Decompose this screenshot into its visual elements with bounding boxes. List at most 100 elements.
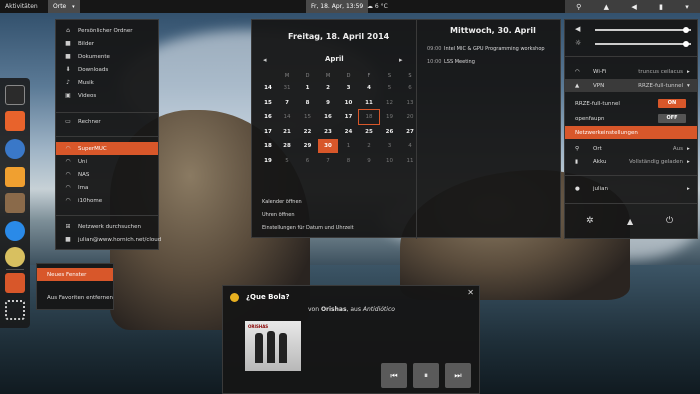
calendar-day[interactable]: 2 xyxy=(318,81,338,95)
wifi-icon: ◠ xyxy=(65,170,71,178)
calendar-day[interactable]: 6 xyxy=(400,81,420,95)
power-icon[interactable]: ⏻ xyxy=(666,216,673,226)
vpn-toggle-off[interactable]: OFF xyxy=(658,114,686,123)
volume-slider-knob[interactable] xyxy=(683,27,690,33)
terminal-icon[interactable] xyxy=(5,85,25,105)
calendar-day[interactable]: 5 xyxy=(277,154,297,168)
network-item-supermuc[interactable]: ◠ SuperMUC xyxy=(56,142,158,155)
calendar-day[interactable]: 20 xyxy=(400,110,420,124)
brightness-slider-knob[interactable] xyxy=(683,41,690,47)
vpn-toggle-on[interactable]: ON xyxy=(658,99,686,108)
places-menu-button[interactable]: Orte ▾ xyxy=(48,0,80,13)
editor-icon[interactable] xyxy=(5,167,25,187)
location-row[interactable]: ⚲ Ort Aus ▸ xyxy=(565,142,697,155)
network-item-uni[interactable]: ◠ Uni xyxy=(56,155,158,168)
event-title[interactable]: Intel MIC & GPU Programming workshop xyxy=(444,46,545,52)
brightness-slider[interactable] xyxy=(595,43,691,45)
calendar-day[interactable]: 29 xyxy=(298,139,318,153)
open-calendar-link[interactable]: Kalender öffnen xyxy=(262,199,302,205)
places-item-videos[interactable]: ▣ Videos xyxy=(56,89,158,102)
network-item-i10home[interactable]: ◠ i10home xyxy=(56,194,158,207)
calendar-day[interactable]: 21 xyxy=(277,125,297,139)
calendar-day[interactable]: 7 xyxy=(318,154,338,168)
browse-network-item[interactable]: ⊞ Netzwerk durchsuchen xyxy=(56,220,158,233)
calendar-day[interactable]: 12 xyxy=(380,96,400,110)
pause-button[interactable]: ⏸ xyxy=(413,363,439,388)
photos-icon[interactable] xyxy=(5,273,25,293)
settings-icon[interactable]: ✲ xyxy=(586,216,594,226)
lock-screen-icon[interactable]: ▲ xyxy=(627,217,633,226)
calendar-day[interactable]: 8 xyxy=(298,96,318,110)
close-icon[interactable]: ✕ xyxy=(467,288,474,297)
calendar-day[interactable]: 10 xyxy=(339,96,359,110)
calendar-day[interactable]: 4 xyxy=(400,139,420,153)
new-window-item[interactable]: Neues Fenster xyxy=(37,268,113,281)
calendar-day[interactable]: 25 xyxy=(359,125,379,139)
calendar-day[interactable]: 31 xyxy=(277,81,297,95)
calendar-day[interactable]: 22 xyxy=(298,125,318,139)
calendar-day[interactable]: 5 xyxy=(380,81,400,95)
calendar-day[interactable]: 8 xyxy=(339,154,359,168)
app-grid-icon[interactable] xyxy=(5,300,25,320)
calendar-day[interactable]: 15 xyxy=(298,110,318,124)
calendar-day[interactable]: 4 xyxy=(359,81,379,95)
places-item-downloads[interactable]: ⬇ Downloads xyxy=(56,63,158,76)
calendar-day[interactable]: 11 xyxy=(359,96,379,110)
calendar-day[interactable]: 17 xyxy=(339,110,359,124)
calendar-day[interactable]: 16 xyxy=(318,110,338,124)
battery-row[interactable]: ▮ Akku Vollständig geladen ▸ xyxy=(565,155,697,168)
places-item-home[interactable]: ⌂ Persönlicher Ordner xyxy=(56,24,158,37)
calendar-day[interactable]: 1 xyxy=(339,139,359,153)
chromium-icon[interactable] xyxy=(5,139,25,159)
calendar-day[interactable]: 18 xyxy=(358,109,380,125)
event-title[interactable]: LSS Meeting xyxy=(444,59,475,65)
system-menu-button[interactable]: ⚲ ▲ ◀ ▮ ▾ xyxy=(565,0,700,13)
user-row[interactable]: ● julian ▸ xyxy=(565,182,697,195)
calendar-day[interactable]: 19 xyxy=(380,110,400,124)
calendar-day[interactable]: 3 xyxy=(380,139,400,153)
calendar-day[interactable]: 9 xyxy=(318,96,338,110)
calendar-day[interactable]: 23 xyxy=(318,125,338,139)
cheese-icon[interactable] xyxy=(5,247,25,267)
calendar-day[interactable]: 14 xyxy=(277,110,297,124)
open-clocks-link[interactable]: Uhren öffnen xyxy=(262,212,295,218)
datetime-settings-link[interactable]: Einstellungen für Datum und Uhrzeit xyxy=(262,225,354,231)
calendar-day[interactable]: 11 xyxy=(400,154,420,168)
calendar-day[interactable]: 10 xyxy=(380,154,400,168)
files-icon[interactable] xyxy=(5,111,25,131)
places-item-pictures[interactable]: ■ Bilder xyxy=(56,37,158,50)
calendar-day[interactable]: 1 xyxy=(298,81,318,95)
activities-button[interactable]: Aktivitäten xyxy=(0,0,43,13)
previous-track-button[interactable]: ⏮ xyxy=(381,363,407,388)
network-item-ima[interactable]: ◠ Ima xyxy=(56,181,158,194)
network-settings-item[interactable]: Netzwerkeinstellungen xyxy=(565,126,697,139)
next-month-button[interactable]: ▸ xyxy=(399,56,403,64)
weather-button[interactable]: ☁ 6 °C xyxy=(362,0,393,13)
calendar-day[interactable]: 28 xyxy=(277,139,297,153)
vpn-row[interactable]: ▲ VPN RRZE-full-tunnel ▾ xyxy=(565,79,697,92)
prev-month-button[interactable]: ◂ xyxy=(263,56,267,64)
calendar-day[interactable]: 26 xyxy=(380,125,400,139)
calendar-day[interactable]: 27 xyxy=(400,125,420,139)
calendar-day[interactable]: 6 xyxy=(298,154,318,168)
chat-icon[interactable] xyxy=(5,221,25,241)
remove-favorite-item[interactable]: Aus Favoriten entfernen xyxy=(37,291,113,304)
calendar-day[interactable]: 24 xyxy=(339,125,359,139)
places-item-documents[interactable]: ■ Dokumente xyxy=(56,50,158,63)
calendar-day[interactable]: 13 xyxy=(400,96,420,110)
places-item-computer[interactable]: ▭ Rechner xyxy=(56,115,158,128)
calendar-day[interactable]: 3 xyxy=(339,81,359,95)
next-track-button[interactable]: ⏭ xyxy=(445,363,471,388)
volume-slider[interactable] xyxy=(595,29,691,31)
network-item-nas[interactable]: ◠ NAS xyxy=(56,168,158,181)
cloud-item[interactable]: ■ julian@www.hornich.net/cloud xyxy=(56,233,161,246)
calendar-day[interactable]: 30 xyxy=(318,139,338,153)
clock-button[interactable]: Fr, 18. Apr, 13:59 xyxy=(306,0,369,13)
calendar-day[interactable]: 7 xyxy=(277,96,297,110)
drive-icon[interactable] xyxy=(5,193,25,213)
calendar-day[interactable]: 9 xyxy=(359,154,379,168)
vpn-value: RRZE-full-tunnel xyxy=(638,82,683,89)
calendar-day[interactable]: 2 xyxy=(359,139,379,153)
wifi-row[interactable]: ◠ Wi-Fi truncus ceilacus ▸ xyxy=(565,65,697,78)
places-item-music[interactable]: ♪ Musik xyxy=(56,76,158,89)
